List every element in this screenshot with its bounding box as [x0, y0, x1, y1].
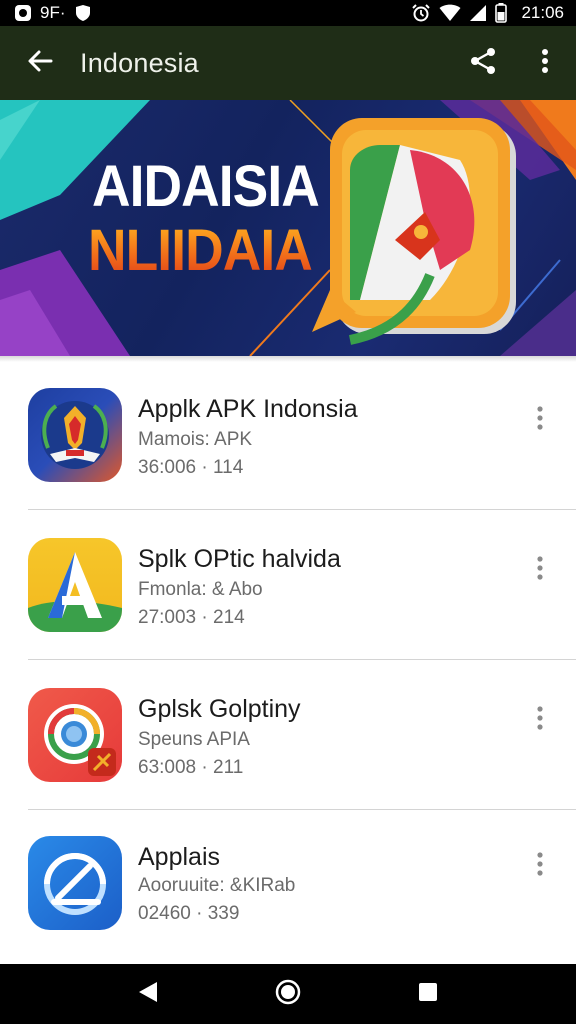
app-meta: 36:006 · 114: [138, 457, 244, 478]
page-title: Indonesia: [80, 47, 199, 78]
recents-square-icon: [417, 981, 439, 1008]
list-item[interactable]: Applais Aooruuite: &KIRab 02460 · 339: [0, 810, 576, 960]
banner-subheadline: NLIIDAIA: [88, 218, 313, 283]
share-button[interactable]: [452, 26, 514, 100]
item-more-button[interactable]: [522, 546, 558, 594]
app-subtitle: Aooruuite: &KIRab: [138, 875, 296, 896]
more-vert-icon: [541, 48, 549, 79]
app-subtitle: Mamois: APK: [138, 429, 253, 450]
more-options-button[interactable]: [514, 26, 576, 100]
nav-home-button[interactable]: [258, 964, 318, 1024]
app-meta: 02460 · 339: [138, 903, 240, 924]
nav-back-button[interactable]: [118, 964, 178, 1024]
more-vert-icon: [536, 705, 544, 736]
system-nav-bar: [0, 964, 576, 1024]
home-circle-icon: [275, 979, 301, 1010]
back-button[interactable]: [0, 26, 80, 100]
list-item[interactable]: Applk APK Indonsia Mamois: APK 36:006 · …: [0, 360, 576, 510]
app-title: Gplsk Golptiny: [138, 695, 301, 723]
item-more-button[interactable]: [522, 842, 558, 890]
banner-headline: AIDAISIA: [92, 154, 320, 219]
status-bar: 9F· 21:06: [0, 0, 576, 26]
alarm-icon: [411, 3, 431, 23]
notification-icon: [14, 4, 32, 22]
wifi-icon: [439, 4, 461, 22]
app-subtitle: Speuns APIA: [138, 729, 250, 750]
share-icon: [468, 46, 498, 81]
app-meta: 63:008 · 211: [138, 757, 244, 778]
app-title: Applais: [138, 843, 220, 871]
more-vert-icon: [536, 405, 544, 436]
emblem-app-icon: [28, 388, 122, 482]
status-left-text: 9F·: [40, 3, 66, 22]
gauge-app-icon: [28, 836, 122, 930]
item-more-button[interactable]: [522, 396, 558, 444]
back-triangle-icon: [137, 980, 159, 1009]
letter-a-app-icon: [28, 538, 122, 632]
shield-icon: [74, 4, 92, 22]
nav-recents-button[interactable]: [398, 964, 458, 1024]
ring-app-icon: [28, 688, 122, 782]
app-subtitle: Fmonla: & Abo: [138, 579, 263, 600]
app-title: Splk OPtic halvida: [138, 545, 341, 573]
battery-icon: [495, 3, 508, 23]
hero-banner[interactable]: AIDAISIA NLIIDAIA: [0, 100, 576, 356]
status-time: 21:06: [521, 3, 564, 22]
more-vert-icon: [536, 851, 544, 882]
item-more-button[interactable]: [522, 696, 558, 744]
list-item[interactable]: Gplsk Golptiny Speuns APIA 63:008 · 211: [0, 660, 576, 810]
signal-icon: [469, 4, 487, 22]
app-meta: 27:003 · 214: [138, 607, 245, 628]
app-bar: Indonesia: [0, 26, 576, 100]
more-vert-icon: [536, 555, 544, 586]
app-title: Applk APK Indonsia: [138, 395, 358, 423]
back-arrow-icon: [26, 47, 54, 80]
list-item[interactable]: Splk OPtic halvida Fmonla: & Abo 27:003 …: [0, 510, 576, 660]
